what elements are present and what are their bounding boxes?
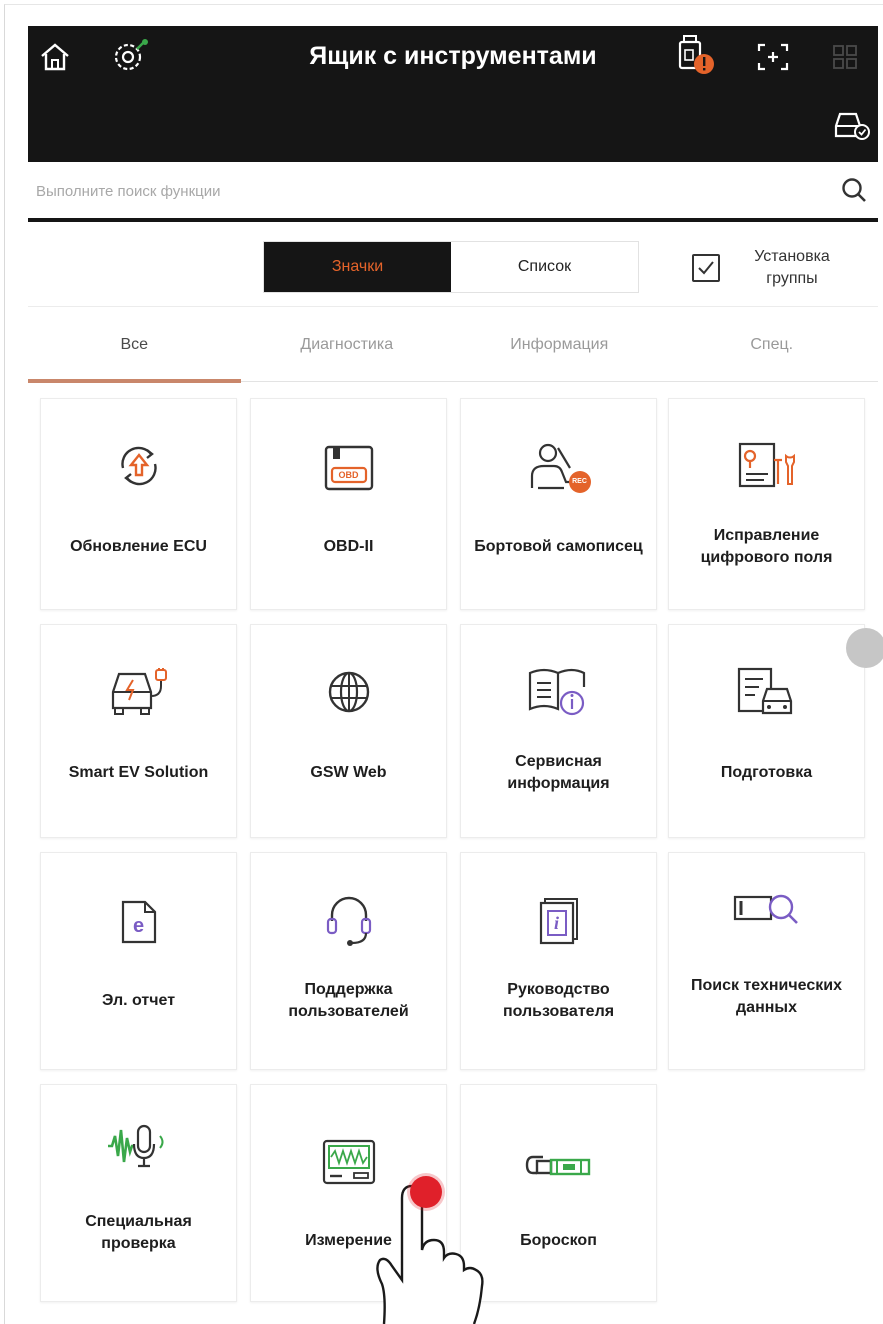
tool-label: Поиск технических данных [691,977,842,1016]
user-manual-icon: i [537,897,581,947]
tool-tile-special-check[interactable]: Специальная проверка [40,1084,237,1302]
headset-icon [324,891,374,954]
home-icon[interactable] [38,40,72,74]
scroll-handle[interactable] [846,628,883,668]
tool-tile-gsw-web[interactable]: GSW Web [250,624,447,838]
header-bar: Ящик с инструментами [28,26,878,162]
vehicle-settings-icon[interactable] [110,38,150,76]
tool-label: GSW Web [310,764,387,781]
tool-label: Бортовой самописец [474,538,643,555]
tool-label: OBD-II [323,538,374,555]
tool-tile-e-report[interactable]: e Эл. отчет [40,852,237,1070]
obd-icon-text: OBD [338,470,359,480]
tool-tile-ecu-update[interactable]: Обновление ECU [40,398,237,610]
search-bar [28,164,878,222]
borescope-icon [523,1151,595,1186]
tool-tile-smart-ev[interactable]: Smart EV Solution [40,624,237,838]
tool-label: Исправление цифрового поля [700,527,833,566]
field-fix-icon [736,438,798,499]
search-icon[interactable] [838,174,872,208]
tab-information[interactable]: Информация [453,308,666,381]
manual-i-letter: i [553,913,559,933]
tool-tile-preparation[interactable]: Подготовка [668,624,865,838]
divider [28,306,878,307]
tool-tile-flight-recorder[interactable]: REC Бортовой самописец [460,398,657,610]
tab-diagnostics[interactable]: Диагностика [241,308,454,381]
tool-tile-obd[interactable]: OBD OBD-II [250,398,447,610]
e-report-icon: e [119,898,159,946]
tab-special[interactable]: Спец. [666,308,879,381]
touch-indicator [410,1176,442,1208]
ev-car-icon [107,666,171,723]
tool-label: Обновление ECU [70,538,207,555]
tool-tile-user-manual[interactable]: i Руководство пользователя [460,852,657,1070]
globe-icon [323,666,375,723]
rec-badge-text: REC [572,478,587,485]
vehicle-connection-icon[interactable] [832,108,872,142]
tab-all[interactable]: Все [28,308,241,383]
list-view-button[interactable]: Список [451,242,638,292]
obd-icon: OBD [323,444,375,492]
search-input[interactable] [36,176,806,206]
category-tabs: Все Диагностика Информация Спец. [28,308,879,383]
service-book-icon [526,663,592,726]
tool-tile-service-info[interactable]: Сервисная информация [460,624,657,838]
grid-menu-icon[interactable] [832,44,858,70]
tool-tile-field-fix[interactable]: Исправление цифрового поля [668,398,865,610]
flight-recorder-icon: REC [524,440,594,496]
tech-data-search-icon [731,889,803,936]
preparation-icon [735,665,799,724]
group-setting-label: Установка группы [754,248,830,287]
screen-capture-icon[interactable] [756,42,790,72]
group-setting[interactable]: Установка группы [692,244,882,294]
vci-warning-icon[interactable] [676,34,716,78]
tool-label: Специальная проверка [85,1213,192,1252]
icons-view-button[interactable]: Значки [264,242,451,292]
group-setting-checkbox[interactable] [692,254,720,282]
tool-tile-tech-data-search[interactable]: Поиск технических данных [668,852,865,1070]
tool-label: Руководство пользователя [502,981,615,1020]
tool-label: Подготовка [720,764,813,781]
ecu-update-icon [111,438,167,499]
view-mode-toggle: Значки Список [263,241,639,293]
tool-label: Эл. отчет [101,992,176,1009]
tool-tile-user-support[interactable]: Поддержка пользователей [250,852,447,1070]
page-title: Ящик с инструментами [309,42,597,70]
tool-label: Smart EV Solution [68,764,209,781]
tool-label: Поддержка пользователей [288,981,409,1020]
sound-check-icon [104,1122,174,1175]
e-letter: e [132,915,145,937]
tool-label: Сервисная информация [507,753,610,792]
